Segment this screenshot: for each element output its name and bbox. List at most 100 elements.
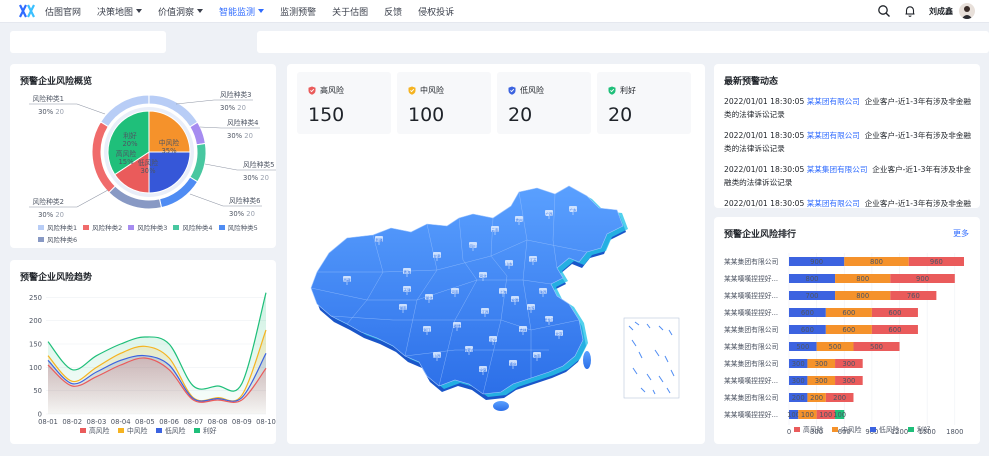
shield-icon bbox=[608, 86, 616, 95]
bar-value-label: 500 bbox=[796, 343, 809, 351]
nav-item-label: 反馈 bbox=[384, 7, 403, 18]
nav-item-label: 决策地图 bbox=[97, 7, 134, 18]
legend-item[interactable]: 风险种类4 bbox=[173, 222, 213, 232]
x-tick-label: 08-03 bbox=[87, 418, 107, 426]
legend-label: 高风险 bbox=[803, 425, 824, 434]
bar-value-label: 200 bbox=[810, 394, 823, 402]
inner-label: 高风险 bbox=[116, 149, 137, 158]
legend-item[interactable]: 风险种类5 bbox=[218, 222, 258, 232]
kpi-tile[interactable]: 高风险 150 bbox=[297, 72, 391, 134]
legend-label: 风险种类4 bbox=[182, 224, 213, 232]
kpi-tile[interactable]: 低风险 20 bbox=[497, 72, 591, 134]
inner-value: 20% bbox=[122, 140, 138, 148]
bar-value-label: 300 bbox=[842, 360, 855, 368]
map-province-label: 天津 bbox=[403, 288, 411, 293]
alert-company-link[interactable]: 某某集团有限公司 bbox=[807, 165, 868, 174]
avatar[interactable] bbox=[959, 3, 975, 19]
x-tick-label: 08-06 bbox=[159, 418, 179, 426]
search-icon[interactable] bbox=[877, 4, 891, 18]
bell-icon[interactable] bbox=[903, 4, 917, 18]
alert-company-link[interactable]: 某某团有限公司 bbox=[807, 199, 860, 208]
series-area bbox=[48, 357, 266, 414]
filter-bar-right[interactable] bbox=[257, 31, 989, 53]
bar-value-label: 700 bbox=[806, 292, 819, 300]
legend-label: 风险种类5 bbox=[227, 224, 258, 232]
bar-value-label: 800 bbox=[856, 292, 869, 300]
rank-company-label: 某某嘆嘆捏捏好... bbox=[724, 274, 778, 283]
legend-swatch bbox=[794, 427, 800, 432]
callout-label: 风险种类6 bbox=[229, 196, 261, 205]
kpi-tile[interactable]: 中风险 100 bbox=[397, 72, 491, 134]
top-nav-bar: 估图官网 决策地图 价值洞察 智能监测 监测预警 关于估图 反馈 侵权投诉 刘成鑫 bbox=[0, 0, 989, 23]
bar-value-label: 300 bbox=[792, 360, 805, 368]
nav-item-4[interactable]: 监测预警 bbox=[280, 5, 316, 18]
inner-value: 35% bbox=[161, 147, 177, 155]
legend-item[interactable]: 风险种类3 bbox=[128, 222, 167, 232]
shield-icon bbox=[308, 86, 316, 95]
legend-swatch bbox=[156, 428, 162, 433]
map-province-label: 广西 bbox=[545, 212, 553, 217]
alert-item[interactable]: 2022/01/01 18:30:05 某某团有限公司 企业客户-近1-3年有涉… bbox=[724, 197, 978, 208]
main-nav: 估图官网 决策地图 价值洞察 智能监测 监测预警 关于估图 反馈 侵权投诉 bbox=[45, 0, 470, 23]
bar-value-label: 100 bbox=[819, 411, 832, 419]
bar-value-label: 100 bbox=[833, 411, 846, 419]
map-island[interactable] bbox=[583, 351, 591, 369]
bar-value-label: 200 bbox=[833, 394, 846, 402]
logo-icon[interactable] bbox=[19, 4, 37, 18]
inner-value: 30% bbox=[140, 167, 156, 175]
map-province-label: 河南 bbox=[451, 290, 459, 295]
legend-label: 利好 bbox=[917, 425, 931, 434]
map-island[interactable] bbox=[493, 401, 509, 411]
nav-item-label: 监测预警 bbox=[280, 7, 317, 18]
nav-item-3[interactable]: 智能监测 bbox=[219, 5, 265, 18]
bar-value-label: 800 bbox=[806, 275, 819, 283]
nav-item-label: 侵权投诉 bbox=[418, 7, 455, 18]
map-province-label: 河北 bbox=[479, 274, 487, 279]
bar-value-label: 600 bbox=[888, 326, 901, 334]
legend-label: 中风险 bbox=[127, 426, 148, 435]
kpi-value: 20 bbox=[608, 104, 633, 126]
y-tick-label: 50 bbox=[33, 387, 42, 395]
alert-item[interactable]: 2022/01/01 18:30:05 某某集团有限公司 企业客户-近1-3年有… bbox=[724, 163, 978, 189]
legend-label: 中风险 bbox=[841, 425, 862, 434]
legend-item[interactable]: 风险种类6 bbox=[38, 234, 77, 244]
callout-value: 30% 20 bbox=[229, 210, 255, 218]
nav-item-label: 智能监测 bbox=[219, 7, 256, 18]
nav-item-1[interactable]: 决策地图 bbox=[97, 5, 143, 18]
legend-swatch bbox=[118, 428, 124, 433]
rank-company-label: 某某嘆嘆捏捏好... bbox=[724, 410, 778, 419]
nav-item-0[interactable]: 估图官网 bbox=[45, 5, 81, 18]
alert-company-link[interactable]: 某某团有限公司 bbox=[807, 131, 860, 140]
x-tick-label: 08-02 bbox=[62, 418, 82, 426]
legend-item[interactable]: 风险种类2 bbox=[83, 222, 122, 232]
bar-value-label: 500 bbox=[870, 343, 883, 351]
user-name[interactable]: 刘成鑫 bbox=[929, 6, 953, 17]
nav-item-5[interactable]: 关于估图 bbox=[332, 5, 368, 18]
y-tick-label: 100 bbox=[29, 364, 42, 372]
nav-item-2[interactable]: 价值洞察 bbox=[158, 5, 204, 18]
bar-value-label: 600 bbox=[801, 326, 814, 334]
filter-bar-left[interactable] bbox=[10, 31, 166, 53]
legend-label: 风险种类3 bbox=[137, 224, 168, 232]
map-province-label: 山西 bbox=[433, 354, 441, 359]
map-province-label: 上海 bbox=[499, 290, 507, 295]
rank-company-label: 某某嘆嘆捏捏好... bbox=[724, 308, 778, 317]
map-province-label: 西藏 bbox=[343, 278, 351, 283]
alert-company-link[interactable]: 某某团有限公司 bbox=[807, 97, 860, 106]
china-risk-map[interactable]: 新疆西藏 青海 甘肃 四川 云南 贵州 广西 广东湖南 湖北 河南 河北 山东 江苏浙江 福建 江西 安徽 陕西… bbox=[287, 180, 705, 444]
bar-value-label: 300 bbox=[815, 360, 828, 368]
x-tick-label: 08-09 bbox=[232, 418, 252, 426]
nav-item-7[interactable]: 侵权投诉 bbox=[418, 5, 454, 18]
map-province-label: 福建 bbox=[453, 324, 461, 329]
alert-time: 2022/01/01 18:30:05 bbox=[724, 131, 805, 140]
y-tick-label: 200 bbox=[29, 317, 42, 325]
kpi-value: 20 bbox=[508, 104, 533, 126]
nav-item-6[interactable]: 反馈 bbox=[384, 5, 402, 18]
alert-item[interactable]: 2022/01/01 18:30:05 某某团有限公司 企业客户-近1-3年有涉… bbox=[724, 129, 978, 155]
risk-overview-donut: 利好20% 中风险35%低风险30% 高风险15% 风险种类1 30% 20 风险种类2 3… bbox=[29, 90, 276, 219]
bar-value-label: 600 bbox=[888, 309, 901, 317]
kpi-tile[interactable]: 利好 20 bbox=[597, 72, 691, 134]
alert-item[interactable]: 2022/01/01 18:30:05 某某团有限公司 企业客户-近1-3年有涉… bbox=[724, 95, 978, 121]
legend-swatch bbox=[218, 224, 225, 230]
legend-item[interactable]: 风险种类1 bbox=[38, 222, 77, 232]
